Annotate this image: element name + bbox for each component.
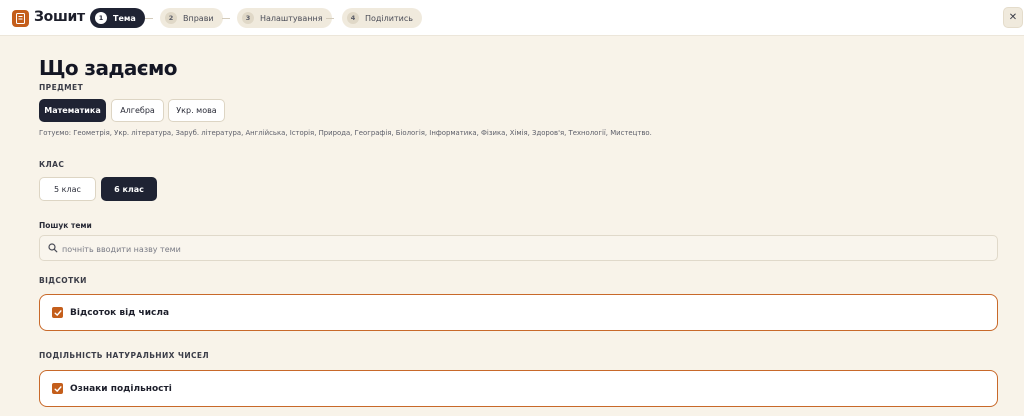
topic-label: Ознаки подільності [70, 383, 172, 394]
checkbox-checked-icon[interactable] [52, 307, 63, 318]
step-label: Поділитись [365, 13, 413, 23]
subject-algebra-button[interactable]: Алгебра [111, 99, 164, 122]
checkbox-checked-icon[interactable] [52, 383, 63, 394]
step-settings[interactable]: 3 Налаштування [237, 8, 332, 28]
step-number: 3 [242, 12, 254, 24]
step-share[interactable]: 4 Поділитись [342, 8, 422, 28]
search-label: Пошук теми [39, 221, 92, 230]
app-title: Зошит [34, 9, 85, 25]
step-label: Налаштування [260, 13, 323, 23]
close-button[interactable]: ✕ [1003, 7, 1023, 28]
subject-math-button[interactable]: Математика [39, 99, 106, 122]
coming-soon-subjects: Готуємо: Геометрія, Укр. література, Зар… [39, 129, 652, 137]
topic-card-percent-of-number[interactable]: Відсоток від числа [39, 294, 998, 331]
step-separator [145, 17, 153, 19]
grade-6-button[interactable]: 6 клас [101, 177, 157, 201]
subject-ukr-language-button[interactable]: Укр. мова [168, 99, 225, 122]
grade-label: КЛАС [39, 160, 65, 169]
topic-label: Відсоток від числа [70, 307, 170, 318]
step-label: Тема [113, 13, 136, 23]
step-number: 4 [347, 12, 359, 24]
step-separator [326, 17, 334, 19]
step-theme[interactable]: 1 Тема [90, 8, 145, 28]
close-icon: ✕ [1008, 12, 1018, 23]
step-separator [222, 17, 230, 19]
step-label: Вправи [183, 13, 214, 23]
grade-5-button[interactable]: 5 клас [39, 177, 96, 201]
step-number: 2 [165, 12, 177, 24]
search-field[interactable] [39, 235, 998, 261]
search-input[interactable] [62, 241, 962, 257]
section-title-divisibility: ПОДІЛЬНІСТЬ НАТУРАЛЬНИХ ЧИСЕЛ [39, 351, 210, 360]
topic-card-divisibility-signs[interactable]: Ознаки подільності [39, 370, 998, 407]
page-title: Що задаємо [39, 56, 178, 80]
step-exercises[interactable]: 2 Вправи [160, 8, 223, 28]
notebook-logo-icon [12, 10, 29, 27]
subject-label: ПРЕДМЕТ [39, 83, 84, 92]
step-number: 1 [95, 12, 107, 24]
top-bar: Зошит 1 Тема 2 Вправи 3 Налаштування 4 П… [0, 0, 1024, 36]
search-icon [48, 243, 58, 253]
section-title-percentages: ВІДСОТКИ [39, 276, 87, 285]
